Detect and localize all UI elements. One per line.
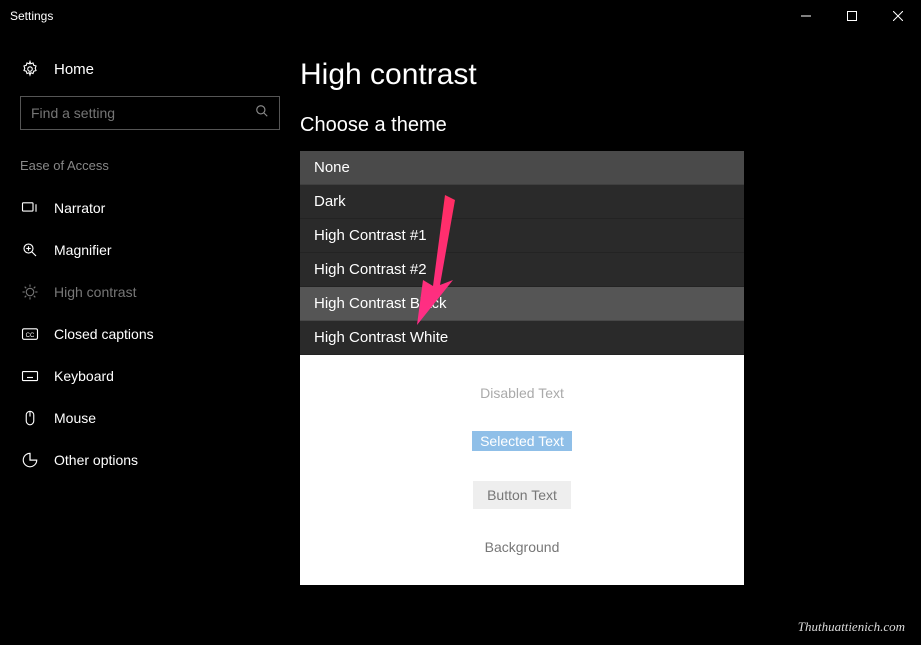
sidebar-item-magnifier[interactable]: Magnifier xyxy=(0,229,300,271)
sidebar-item-label: Keyboard xyxy=(54,368,114,384)
theme-option-hc1[interactable]: High Contrast #1 xyxy=(300,219,744,253)
magnifier-icon xyxy=(20,241,40,259)
theme-option-dark[interactable]: Dark xyxy=(300,185,744,219)
preview-selected-text: Selected Text xyxy=(472,431,572,451)
sidebar-item-label: Closed captions xyxy=(54,326,154,342)
home-label: Home xyxy=(54,61,94,78)
keyboard-icon xyxy=(20,367,40,385)
window-title: Settings xyxy=(10,9,53,23)
sidebar-item-label: Other options xyxy=(54,452,138,468)
home-button[interactable]: Home xyxy=(0,52,300,96)
watermark: Thuthuattienich.com xyxy=(798,619,905,635)
high-contrast-icon xyxy=(20,283,40,301)
sidebar-item-other-options[interactable]: Other options xyxy=(0,439,300,481)
theme-preview: Disabled Text Selected Text Button Text … xyxy=(300,355,744,585)
minimize-icon xyxy=(801,11,811,21)
sidebar-item-label: Mouse xyxy=(54,410,96,426)
search-input[interactable] xyxy=(31,105,255,121)
section-title: Choose a theme xyxy=(300,114,921,137)
sidebar: Home Ease of Access Narrator Magnifier H… xyxy=(0,32,300,645)
preview-button-text: Button Text xyxy=(473,481,571,509)
sidebar-item-label: High contrast xyxy=(54,284,136,300)
search-icon xyxy=(255,104,269,123)
close-icon xyxy=(893,11,903,21)
theme-option-hc-white[interactable]: High Contrast White xyxy=(300,321,744,355)
closed-captions-icon: CC xyxy=(20,325,40,343)
theme-option-hc2[interactable]: High Contrast #2 xyxy=(300,253,744,287)
sidebar-item-high-contrast[interactable]: High contrast xyxy=(0,271,300,313)
sidebar-item-closed-captions[interactable]: CC Closed captions xyxy=(0,313,300,355)
gear-icon xyxy=(20,60,40,78)
sidebar-item-narrator[interactable]: Narrator xyxy=(0,187,300,229)
titlebar: Settings xyxy=(0,0,921,32)
sidebar-item-label: Narrator xyxy=(54,200,105,216)
search-box[interactable] xyxy=(20,96,280,130)
theme-dropdown[interactable]: None Dark High Contrast #1 High Contrast… xyxy=(300,151,744,355)
theme-option-none[interactable]: None xyxy=(300,151,744,185)
page-title: High contrast xyxy=(300,58,921,92)
maximize-button[interactable] xyxy=(829,0,875,32)
sidebar-item-mouse[interactable]: Mouse xyxy=(0,397,300,439)
preview-background-label: Background xyxy=(485,539,560,555)
settings-window: Settings Home xyxy=(0,0,921,645)
other-options-icon xyxy=(20,451,40,469)
mouse-icon xyxy=(20,409,40,427)
minimize-button[interactable] xyxy=(783,0,829,32)
sidebar-item-keyboard[interactable]: Keyboard xyxy=(0,355,300,397)
sidebar-item-label: Magnifier xyxy=(54,242,112,258)
preview-disabled-text: Disabled Text xyxy=(480,385,564,401)
narrator-icon xyxy=(20,199,40,217)
svg-text:CC: CC xyxy=(26,333,35,339)
maximize-icon xyxy=(847,11,857,21)
close-button[interactable] xyxy=(875,0,921,32)
category-label: Ease of Access xyxy=(0,158,300,187)
theme-option-hc-black[interactable]: High Contrast Black xyxy=(300,287,744,321)
main-panel: High contrast Choose a theme None Dark H… xyxy=(300,32,921,645)
